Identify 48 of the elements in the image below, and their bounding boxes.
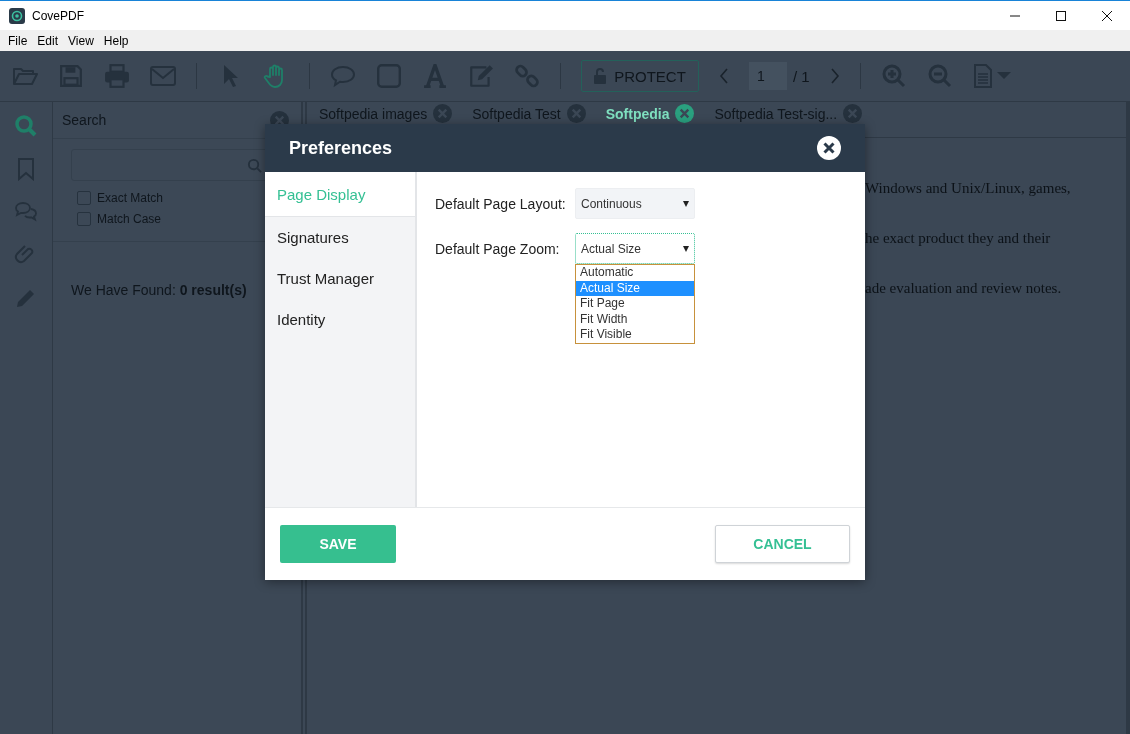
edit-icon[interactable] (468, 64, 494, 88)
checkbox-label: Match Case (97, 212, 162, 226)
document-text: Windows and Unix/Linux, games, (865, 180, 1072, 197)
document-tab[interactable]: Softpedia (605, 104, 695, 123)
result-count: We Have Found: 0 result(s) (71, 282, 247, 298)
unlock-icon (594, 68, 607, 84)
dropdown-option[interactable]: Fit Width (576, 311, 694, 327)
caret-icon (683, 200, 689, 207)
dialog-title: Preferences (289, 137, 393, 159)
zoom-in-icon[interactable] (880, 64, 907, 88)
dropdown-option[interactable]: Automatic (576, 265, 694, 281)
app-logo-icon (9, 7, 25, 24)
page-total: / 1 (793, 67, 810, 85)
rectangle-icon[interactable] (376, 64, 402, 88)
checkbox[interactable] (77, 212, 91, 226)
window-title: CovePDF (32, 8, 84, 23)
settings-nav-item[interactable]: Signatures (265, 217, 415, 258)
zoom-out-icon[interactable] (926, 64, 953, 88)
next-page-icon[interactable] (829, 68, 840, 84)
text-icon[interactable] (422, 64, 448, 88)
close-icon[interactable] (817, 136, 841, 160)
checkbox-label: Exact Match (97, 191, 164, 205)
checkbox[interactable] (77, 191, 91, 205)
document-dropdown-icon[interactable] (972, 64, 1013, 88)
select-field[interactable]: Actual Size (575, 233, 695, 264)
document-text: ade evaluation and review notes. (865, 280, 1063, 297)
save-icon[interactable] (58, 64, 84, 88)
previous-page-icon[interactable] (719, 68, 729, 84)
comments-icon[interactable] (14, 200, 38, 224)
print-icon[interactable] (104, 64, 130, 88)
search-icon[interactable] (14, 114, 38, 138)
settings-nav-item[interactable]: Identity (265, 299, 415, 340)
speech-bubble-icon[interactable] (330, 64, 356, 88)
link-icon[interactable] (514, 64, 540, 88)
menu-item[interactable]: View (63, 33, 99, 48)
search-icon (247, 157, 262, 173)
menu-item[interactable]: Edit (32, 33, 64, 48)
mail-icon[interactable] (150, 64, 176, 88)
panel-title: Search (62, 112, 107, 128)
menu-item[interactable]: Help (98, 33, 134, 48)
caret-icon (683, 245, 689, 252)
field-label: Default Page Layout: (435, 195, 567, 212)
menu-item[interactable]: File (3, 33, 33, 48)
dropdown-option[interactable]: Fit Visible (576, 327, 694, 343)
settings-nav-item[interactable]: Trust Manager (265, 258, 415, 299)
field-label: Default Page Zoom: (435, 240, 561, 257)
select-field[interactable]: Continuous (575, 188, 695, 219)
dropdown-option[interactable]: Fit Page (576, 296, 694, 312)
